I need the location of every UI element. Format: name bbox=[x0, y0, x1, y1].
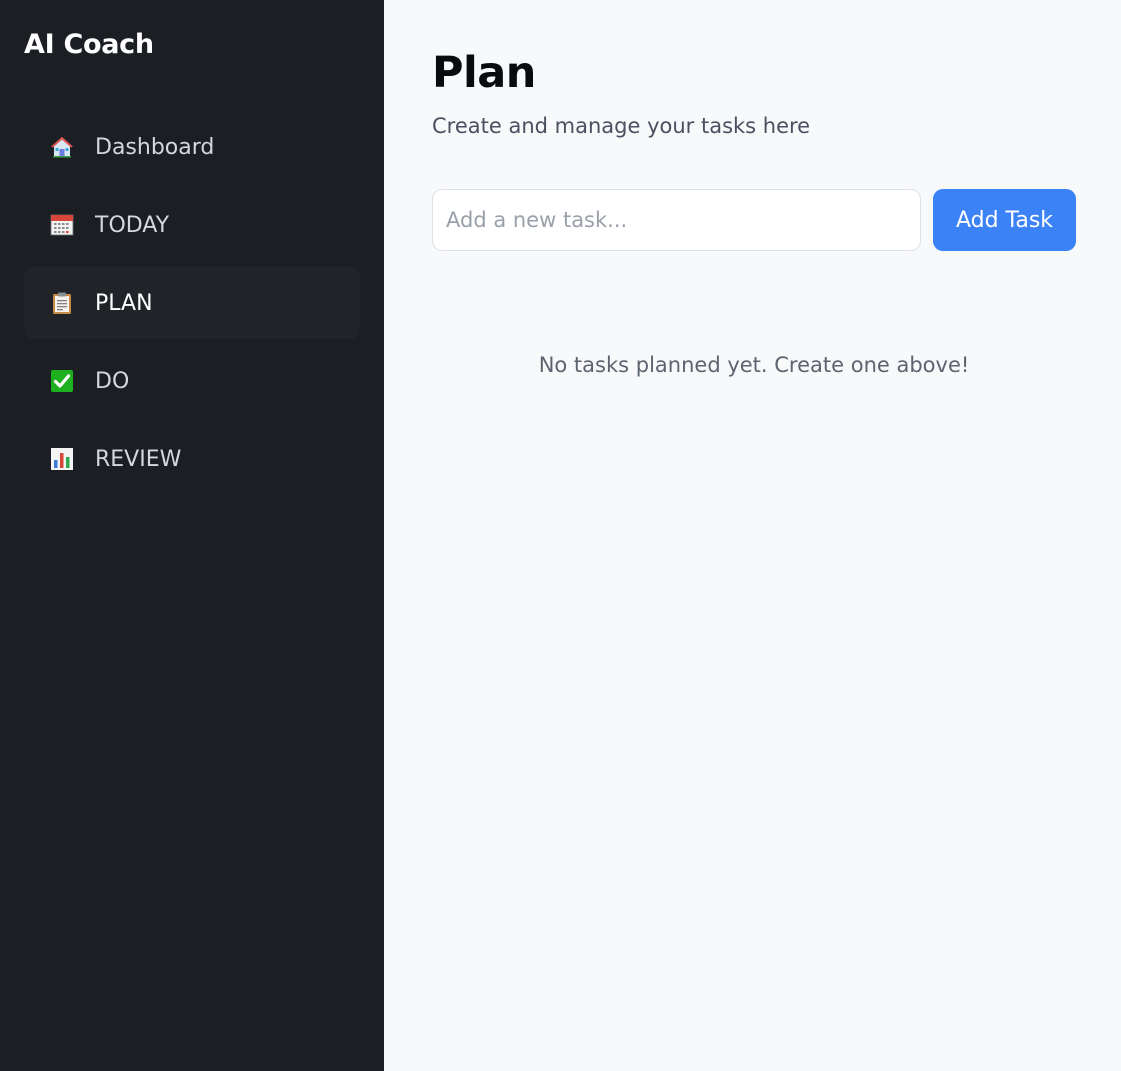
add-task-button[interactable]: Add Task bbox=[933, 189, 1076, 252]
add-task-form: Add Task bbox=[432, 189, 1076, 252]
sidebar-item-today[interactable]: TODAY bbox=[24, 189, 360, 261]
clipboard-icon bbox=[50, 291, 74, 315]
sidebar-item-label: TODAY bbox=[95, 212, 170, 238]
app-title: AI Coach bbox=[24, 29, 154, 60]
sidebar-item-do[interactable]: DO bbox=[24, 345, 360, 417]
sidebar-item-dashboard[interactable]: Dashboard bbox=[24, 111, 360, 183]
check-box-icon bbox=[50, 369, 74, 393]
app-root: AI Coach Dashboard TODAY PLAN DO REVIEW … bbox=[0, 0, 1121, 1071]
page-title: Plan bbox=[432, 48, 536, 98]
main-content: Plan Create and manage your tasks here A… bbox=[384, 0, 1121, 1071]
sidebar-nav: Dashboard TODAY PLAN DO REVIEW bbox=[24, 111, 360, 495]
sidebar-item-label: Dashboard bbox=[95, 134, 215, 160]
calendar-icon bbox=[50, 213, 74, 237]
house-icon bbox=[50, 135, 74, 159]
sidebar-item-label: REVIEW bbox=[95, 446, 182, 472]
sidebar-item-plan[interactable]: PLAN bbox=[24, 267, 360, 339]
empty-state-message: No tasks planned yet. Create one above! bbox=[538, 353, 970, 378]
new-task-input[interactable] bbox=[432, 189, 921, 252]
sidebar-item-label: DO bbox=[95, 368, 130, 394]
sidebar: AI Coach Dashboard TODAY PLAN DO REVIEW bbox=[0, 0, 384, 1071]
sidebar-item-label: PLAN bbox=[95, 290, 153, 316]
bar-chart-icon bbox=[50, 447, 74, 471]
sidebar-item-review[interactable]: REVIEW bbox=[24, 423, 360, 495]
page-subtitle: Create and manage your tasks here bbox=[432, 114, 811, 139]
